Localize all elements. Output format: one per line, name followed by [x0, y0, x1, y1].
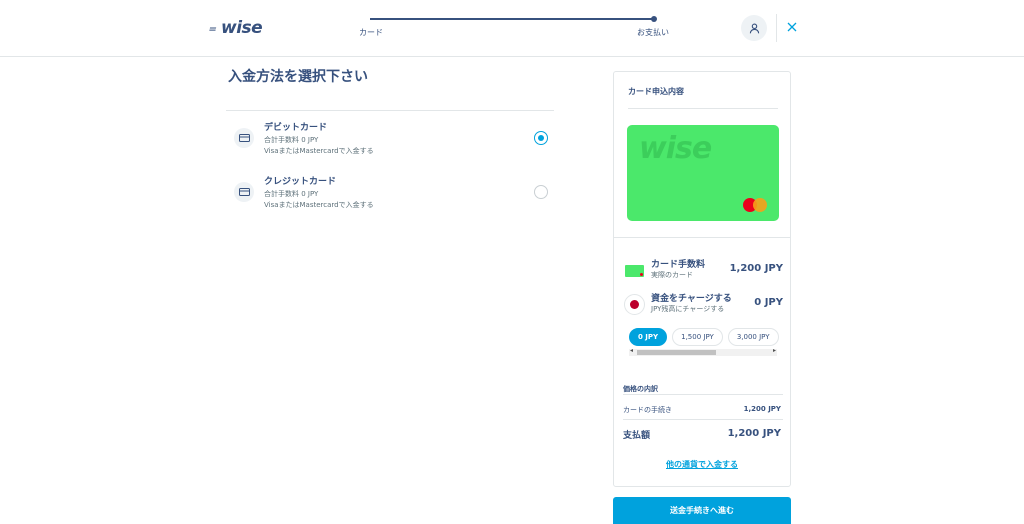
card-icon	[234, 128, 254, 148]
divider	[628, 108, 778, 109]
payment-method-credit-card[interactable]: クレジットカード 合計手数料 0 JPY VisaまたはMastercardで入…	[228, 173, 554, 223]
profile-button[interactable]	[741, 15, 767, 41]
divider	[614, 237, 790, 238]
divider	[623, 419, 783, 420]
payment-method-debit-card[interactable]: デビットカード 合計手数料 0 JPY VisaまたはMastercardで入金…	[228, 119, 554, 169]
total-value: 1,200 JPY	[727, 428, 781, 439]
breakdown-title: 価格の内訳	[623, 385, 658, 393]
continue-button[interactable]: 送金手続きへ進む	[613, 497, 791, 524]
fee-amount: 0 JPY	[754, 297, 783, 308]
divider	[226, 110, 554, 111]
card-image: wise	[627, 125, 779, 221]
order-summary-panel: カード申込内容 wise カード手数料 実際のカード 1,200 JPY 資金を…	[613, 71, 791, 487]
top-up-amount-options: 0 JPY 1,500 JPY 3,000 JPY	[629, 328, 779, 346]
card-icon	[234, 182, 254, 202]
page-title: 入金方法を選択下さい	[228, 69, 368, 85]
method-description: VisaまたはMastercardで入金する	[264, 147, 374, 155]
scroll-right-arrow-icon[interactable]: ▸	[773, 347, 776, 354]
method-fee: 合計手数料 0 JPY	[264, 190, 319, 198]
top-bar: ゠ wise カード お支払い	[0, 0, 1024, 57]
method-title: クレジットカード	[264, 177, 337, 187]
radio-credit-card[interactable]	[534, 185, 548, 199]
fee-amount: 1,200 JPY	[729, 263, 783, 274]
scroll-left-arrow-icon[interactable]: ◂	[630, 347, 633, 354]
japan-flag-icon	[624, 294, 645, 315]
breakdown-value: 1,200 JPY	[743, 405, 781, 413]
breakdown-label: カードの手続き	[623, 406, 672, 414]
radio-debit-card[interactable]	[534, 131, 548, 145]
mastercard-logo	[743, 198, 767, 212]
green-card-icon	[625, 265, 644, 277]
logo-text: wise	[221, 18, 263, 38]
amount-chip-0[interactable]: 0 JPY	[629, 328, 668, 346]
fee-name: 資金をチャージする	[651, 294, 732, 304]
other-currency-link[interactable]: 他の通貨で入金する	[614, 459, 790, 470]
divider	[623, 394, 783, 395]
user-icon	[749, 23, 759, 33]
wise-flag-icon: ゠	[205, 22, 219, 38]
fee-row-card: カード手数料 実際のカード 1,200 JPY	[623, 256, 783, 284]
amount-chip-1500[interactable]: 1,500 JPY	[672, 328, 723, 346]
horizontal-scrollbar[interactable]: ◂ ▸	[629, 347, 777, 356]
fee-subtitle: JPY残高にチャージする	[651, 305, 725, 313]
fee-name: カード手数料	[651, 260, 706, 270]
fee-subtitle: 実際のカード	[651, 271, 693, 279]
method-fee: 合計手数料 0 JPY	[264, 136, 319, 144]
progress-current-dot	[651, 16, 657, 22]
step-label-payment: お支払い	[637, 28, 669, 37]
summary-title: カード申込内容	[628, 87, 684, 96]
method-title: デビットカード	[264, 123, 328, 133]
scrollbar-thumb[interactable]	[637, 350, 716, 355]
progress-bar	[370, 18, 655, 20]
close-icon	[787, 22, 797, 32]
close-button[interactable]	[785, 20, 799, 34]
step-label-card: カード	[359, 28, 383, 37]
amount-chip-3000[interactable]: 3,000 JPY	[727, 328, 779, 346]
wise-logo[interactable]: ゠ wise	[205, 18, 263, 38]
method-description: VisaまたはMastercardで入金する	[264, 201, 374, 209]
card-logo: wise	[639, 131, 712, 166]
total-label: 支払額	[623, 431, 651, 441]
header-divider	[776, 14, 777, 42]
fee-row-top-up: 資金をチャージする JPY残高にチャージする 0 JPY	[623, 290, 783, 318]
